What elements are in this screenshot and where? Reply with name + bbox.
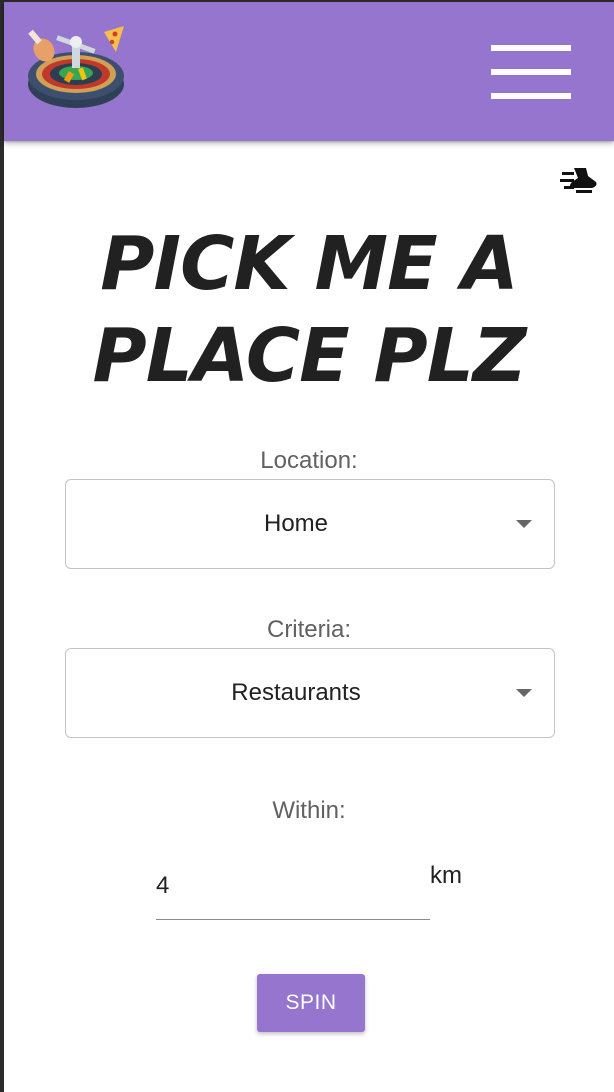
window-left-edge	[0, 0, 4, 1092]
location-selected-value: Home	[263, 510, 329, 537]
fast-forward-icon[interactable]	[560, 164, 600, 196]
roulette-food-logo-icon[interactable]	[26, 24, 130, 112]
criteria-selected-value: Restaurants	[231, 679, 361, 706]
criteria-label: Criteria:	[266, 616, 351, 643]
hamburger-menu-icon[interactable]	[488, 40, 574, 102]
within-label: Within:	[272, 797, 346, 824]
chevron-down-icon	[516, 689, 532, 697]
title-line-1: PICK ME A	[100, 221, 518, 307]
logo-graphic	[28, 26, 124, 108]
location-select[interactable]: Home	[65, 479, 555, 569]
distance-unit: km	[430, 862, 462, 889]
menu-bar-bottom	[491, 93, 571, 99]
menu-bar-middle	[491, 69, 571, 75]
location-label: Location:	[260, 447, 358, 474]
criteria-select[interactable]: Restaurants	[65, 648, 555, 738]
app-bar	[4, 2, 614, 141]
spin-button[interactable]: SPIN	[257, 974, 365, 1032]
speed-graphic	[560, 168, 597, 193]
page-title: PICK ME A PLACE PLZ	[4, 218, 614, 402]
distance-input[interactable]	[156, 852, 430, 920]
menu-bar-top	[491, 45, 571, 51]
chevron-down-icon	[516, 520, 532, 528]
title-line-2: PLACE PLZ	[92, 313, 526, 399]
